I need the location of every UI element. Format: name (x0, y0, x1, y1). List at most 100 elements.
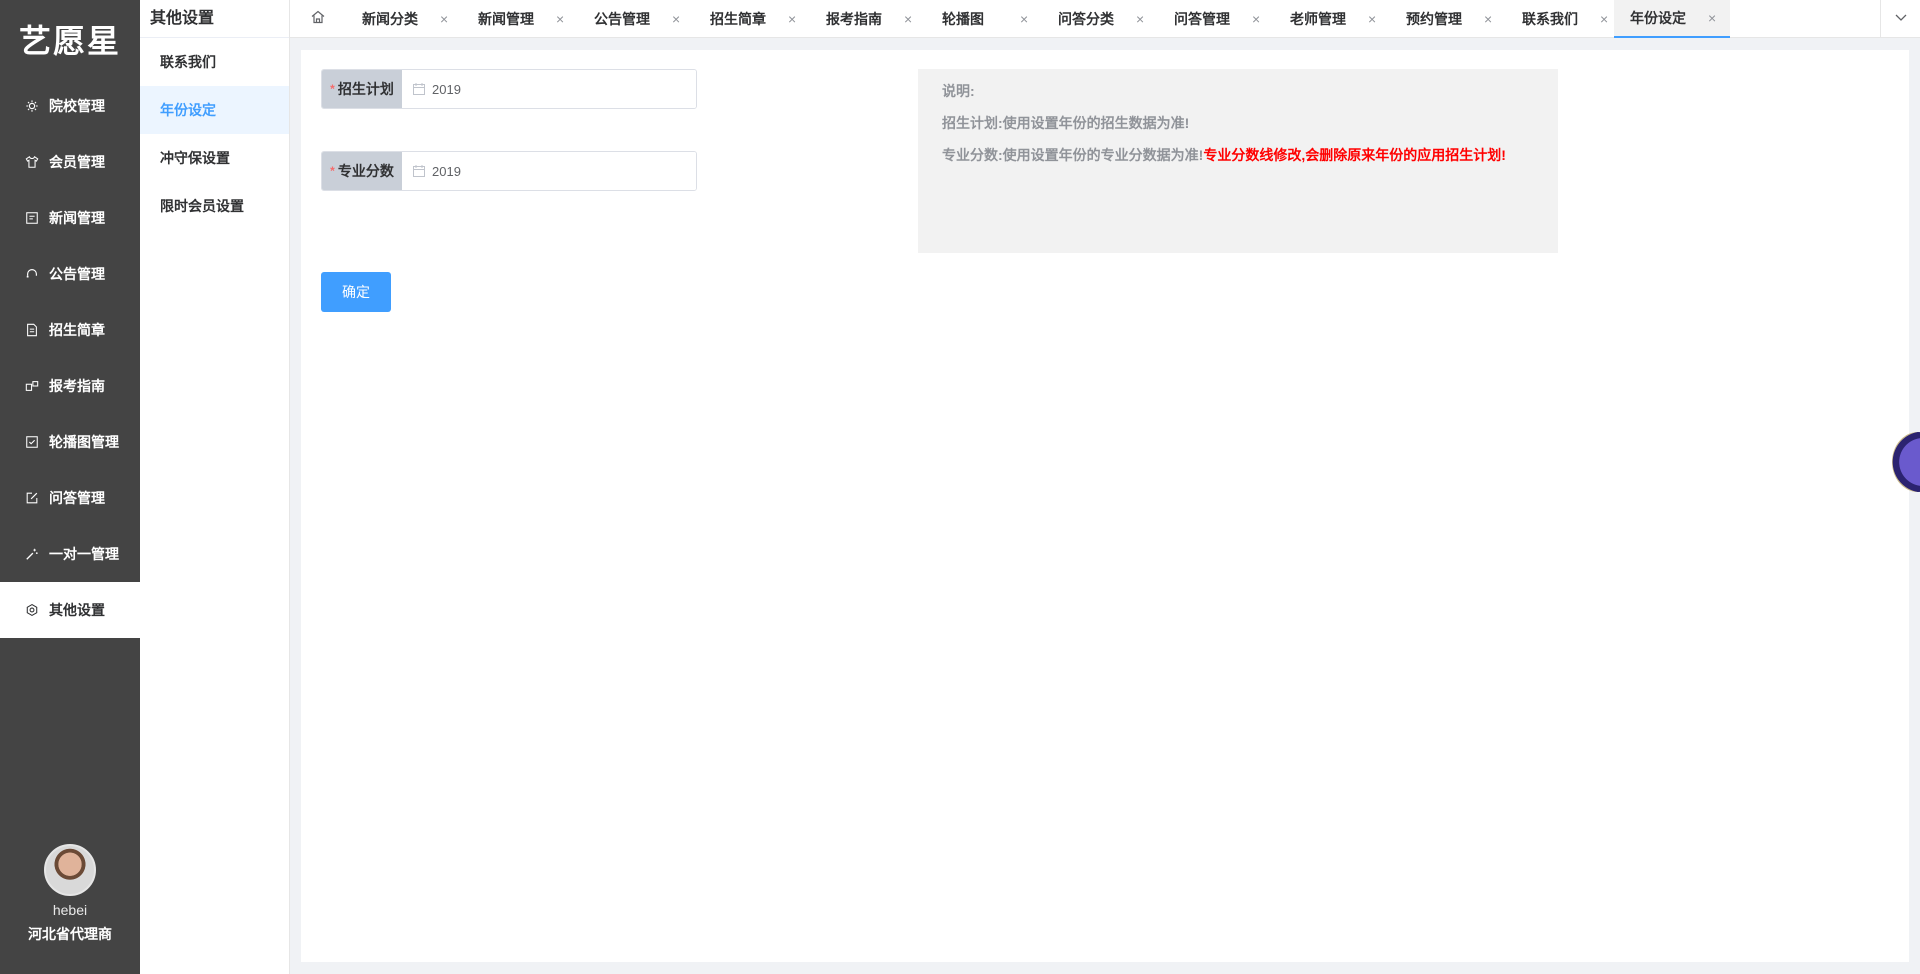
tab-news-category[interactable]: 新闻分类 × (346, 0, 462, 38)
sidebar-item-members[interactable]: 会员管理 (0, 134, 140, 190)
tabs-more-button[interactable] (1880, 0, 1920, 38)
tab-label: 公告管理 (594, 11, 650, 27)
tab-contact-us[interactable]: 联系我们 × (1506, 0, 1622, 38)
submenu-title: 其他设置 (140, 0, 289, 38)
tab-home[interactable] (290, 0, 346, 38)
tab-label: 联系我们 (1522, 11, 1578, 27)
close-icon[interactable]: × (1600, 11, 1608, 27)
tab-brochure[interactable]: 招生简章 × (694, 0, 810, 38)
close-icon[interactable]: × (672, 11, 680, 27)
close-icon[interactable]: × (1708, 10, 1716, 26)
checkbox-icon (24, 434, 40, 450)
headset-icon (24, 266, 40, 282)
wand-icon (24, 546, 40, 562)
close-icon[interactable]: × (1136, 11, 1144, 27)
tab-label: 年份设定 (1630, 10, 1686, 26)
enroll-plan-field: * 招生计划 2019 (321, 69, 697, 109)
required-mark: * (330, 82, 335, 96)
document-icon (24, 322, 40, 338)
tab-news-management[interactable]: 新闻管理 × (462, 0, 578, 38)
tabs-bar: 新闻分类 × 新闻管理 × 公告管理 × 招生简章 × 报考指南 × 轮播图 × 问答分类 ×… (290, 0, 1920, 38)
chevron-down-icon (1894, 10, 1908, 29)
sidebar-item-notices[interactable]: 公告管理 (0, 246, 140, 302)
sidebar-item-guide[interactable]: 报考指南 (0, 358, 140, 414)
close-icon[interactable]: × (1368, 11, 1376, 27)
note-line-major-score: 专业分数:使用设置年份的专业分数据为准!专业分数线修改,会删除原来年份的应用招生… (942, 147, 1534, 164)
tab-label: 报考指南 (826, 11, 882, 27)
tab-label: 轮播图 (942, 11, 984, 27)
calendar-icon (412, 164, 426, 178)
sidebar-item-label: 公告管理 (49, 266, 105, 282)
major-score-label-text: 专业分数 (337, 163, 394, 179)
tab-qa-category[interactable]: 问答分类 × (1042, 0, 1158, 38)
sidebar-item-label: 招生简章 (49, 322, 105, 338)
sidebar-item-news[interactable]: 新闻管理 (0, 190, 140, 246)
submenu-item-contact[interactable]: 联系我们 (140, 38, 289, 86)
tab-guide[interactable]: 报考指南 × (810, 0, 926, 38)
secondary-menu: 其他设置 联系我们 年份设定 冲守保设置 限时会员设置 (140, 0, 290, 974)
close-icon[interactable]: × (1484, 11, 1492, 27)
note-line-enroll-plan: 招生计划:使用设置年份的招生数据为准! (942, 115, 1190, 131)
main-sidebar: 艺愿星 院校管理 会员管理 新闻管理 公告管理 招生简章 报考指南 轮播图管理 (0, 0, 140, 974)
tab-label: 新闻分类 (362, 11, 418, 27)
tab-label: 问答分类 (1058, 11, 1114, 27)
user-name: hebei (52, 902, 88, 918)
tab-notice-management[interactable]: 公告管理 × (578, 0, 694, 38)
note-title: 说明: (942, 83, 975, 99)
enroll-plan-label-text: 招生计划 (337, 81, 394, 97)
note-warning: 专业分数线修改,会删除原来年份的应用招生计划! (1203, 147, 1506, 163)
submenu-item-chong-shou-bao[interactable]: 冲守保设置 (140, 134, 289, 182)
sidebar-item-carousel[interactable]: 轮播图管理 (0, 414, 140, 470)
tab-label: 招生简章 (710, 11, 766, 27)
guide-icon (24, 378, 40, 394)
tab-carousel[interactable]: 轮播图 × (926, 0, 1042, 38)
gear-icon (24, 98, 40, 114)
sidebar-item-label: 新闻管理 (49, 210, 105, 226)
submenu-item-limited-member[interactable]: 限时会员设置 (140, 182, 289, 230)
major-score-label: * 专业分数 (322, 152, 402, 190)
close-icon[interactable]: × (556, 11, 564, 27)
enroll-plan-year-picker[interactable]: 2019 (402, 70, 696, 108)
sidebar-item-one-on-one[interactable]: 一对一管理 (0, 526, 140, 582)
sidebar-item-label: 报考指南 (49, 378, 105, 394)
close-icon[interactable]: × (1020, 11, 1028, 27)
sidebar-item-label: 轮播图管理 (49, 434, 119, 450)
main-content: * 招生计划 2019 * 专业分数 2019 确定 说明: 招生计划:使用设置年份… (301, 50, 1909, 962)
sidebar-item-label: 会员管理 (49, 154, 105, 170)
enroll-plan-year-value: 2019 (432, 81, 461, 97)
calendar-icon (412, 82, 426, 96)
instructions-panel: 说明: 招生计划:使用设置年份的招生数据为准! 专业分数:使用设置年份的专业分数… (918, 69, 1558, 253)
close-icon[interactable]: × (1252, 11, 1260, 27)
sidebar-item-label: 一对一管理 (49, 546, 119, 562)
sidebar-item-label: 问答管理 (49, 490, 105, 506)
tab-appointment-management[interactable]: 预约管理 × (1390, 0, 1506, 38)
close-icon[interactable]: × (440, 11, 448, 27)
tab-teacher-management[interactable]: 老师管理 × (1274, 0, 1390, 38)
home-icon (310, 9, 326, 30)
edit-icon (24, 490, 40, 506)
required-mark: * (330, 164, 335, 178)
main-nav: 院校管理 会员管理 新闻管理 公告管理 招生简章 报考指南 轮播图管理 问答管理… (0, 78, 140, 638)
major-score-year-picker[interactable]: 2019 (402, 152, 696, 190)
sidebar-item-other-settings[interactable]: 其他设置 (0, 582, 140, 638)
user-role: 河北省代理商 (28, 926, 112, 942)
major-score-field: * 专业分数 2019 (321, 151, 697, 191)
tab-label: 预约管理 (1406, 11, 1462, 27)
sidebar-item-qa[interactable]: 问答管理 (0, 470, 140, 526)
tab-year-setting[interactable]: 年份设定 × (1614, 0, 1730, 38)
submenu-item-year-setting[interactable]: 年份设定 (140, 86, 289, 134)
sidebar-item-schools[interactable]: 院校管理 (0, 78, 140, 134)
shirt-icon (24, 154, 40, 170)
sidebar-item-label: 其他设置 (49, 602, 105, 618)
tab-label: 问答管理 (1174, 11, 1230, 27)
confirm-button[interactable]: 确定 (321, 272, 391, 312)
sidebar-item-brochure[interactable]: 招生简章 (0, 302, 140, 358)
close-icon[interactable]: × (904, 11, 912, 27)
avatar[interactable] (44, 844, 96, 896)
major-score-year-value: 2019 (432, 163, 461, 179)
tab-qa-management[interactable]: 问答管理 × (1158, 0, 1274, 38)
close-icon[interactable]: × (788, 11, 796, 27)
app-logo: 艺愿星 (18, 22, 121, 60)
enroll-plan-label: * 招生计划 (322, 70, 402, 108)
tab-label: 新闻管理 (478, 11, 534, 27)
